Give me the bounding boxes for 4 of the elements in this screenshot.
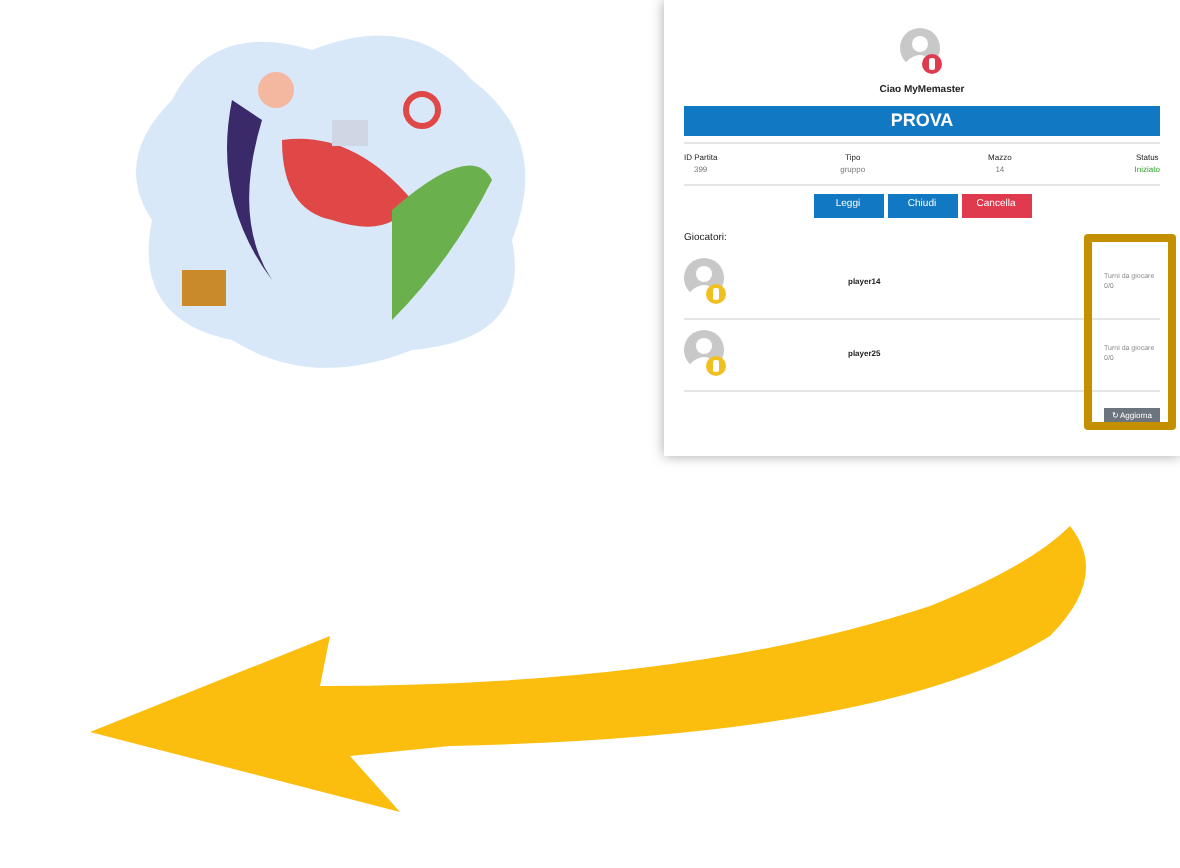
avatar-icon <box>900 28 944 76</box>
avatar-icon <box>684 258 728 306</box>
avatar-icon <box>684 330 728 378</box>
game-title-bar: PROVA <box>684 105 1160 136</box>
